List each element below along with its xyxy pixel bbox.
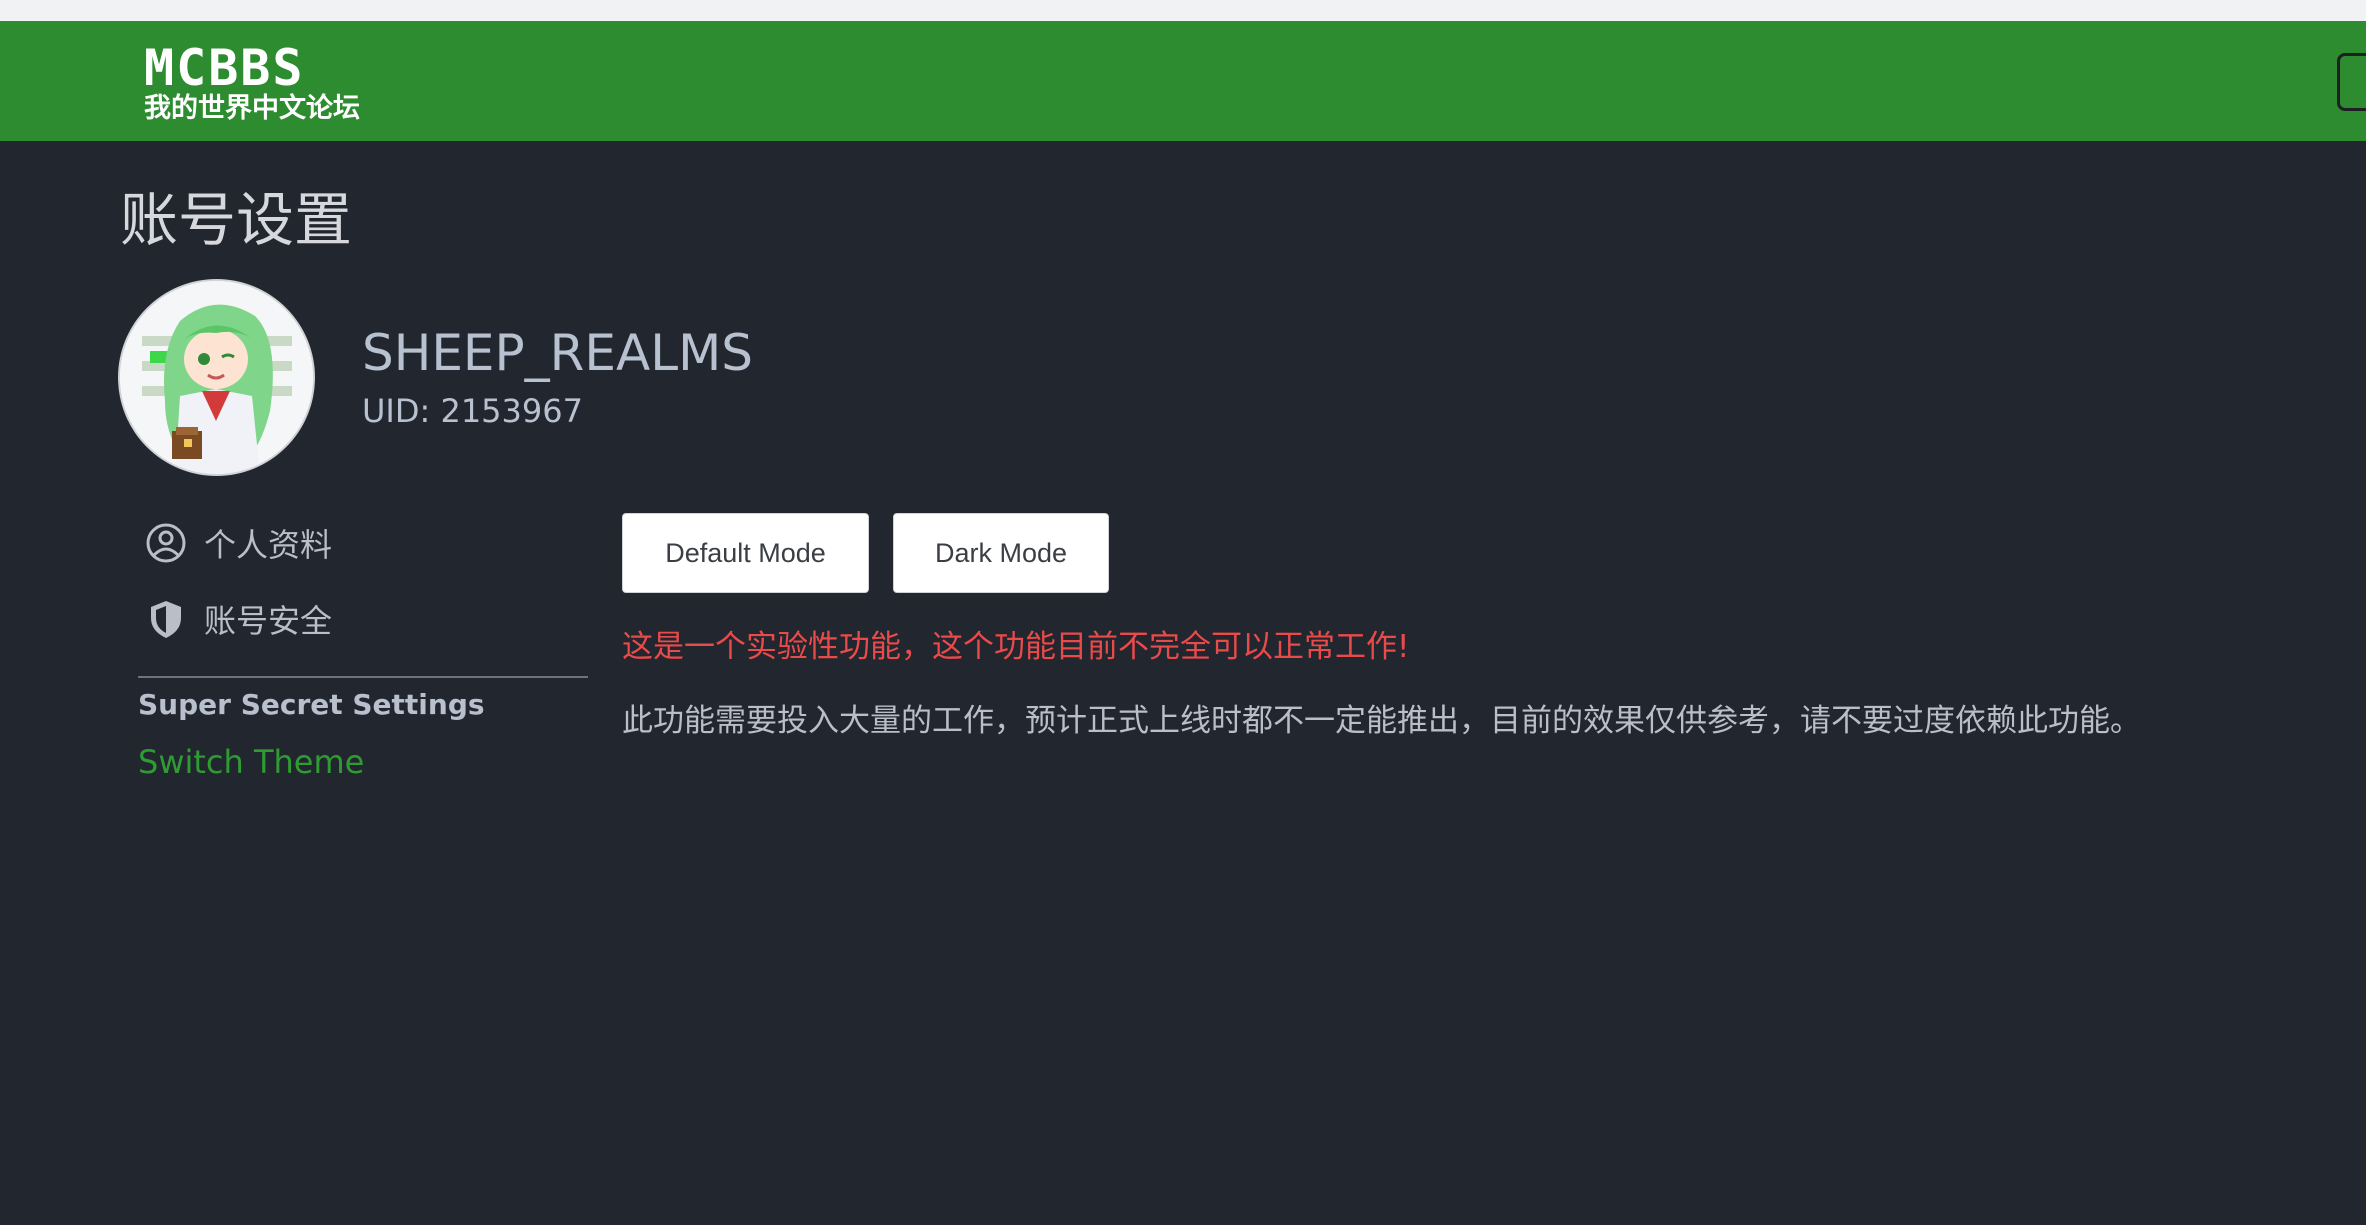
shield-icon — [142, 595, 190, 643]
avatar — [120, 281, 313, 474]
avatar-image — [120, 281, 313, 474]
dark-mode-button[interactable]: Dark Mode — [893, 513, 1109, 593]
sidebar-item-label: 个人资料 — [204, 526, 333, 564]
logo-subtitle: 我的世界中文论坛 — [144, 93, 360, 124]
user-circle-icon — [142, 519, 190, 567]
secret-settings-heading: Super Secret Settings — [138, 688, 485, 721]
sidebar-item-profile[interactable]: 个人资料 — [138, 515, 588, 571]
user-uid: UID: 2153967 — [362, 392, 583, 430]
switch-theme-link[interactable]: Switch Theme — [138, 739, 364, 785]
default-mode-button[interactable]: Default Mode — [622, 513, 869, 593]
logo-text: MCBBS — [144, 39, 305, 97]
sidebar-divider — [138, 676, 588, 678]
header-menu-button[interactable] — [2337, 53, 2366, 111]
site-logo[interactable]: MCBBS 我的世界中文论坛 — [144, 39, 384, 125]
sidebar-item-security[interactable]: 账号安全 — [138, 591, 588, 647]
experimental-warning: 这是一个实验性功能，这个功能目前不完全可以正常工作! — [622, 629, 1410, 665]
feature-notice: 此功能需要投入大量的工作，预计正式上线时都不一定能推出，目前的效果仅供参考，请不… — [622, 703, 2141, 739]
sidebar-item-label: 账号安全 — [204, 602, 333, 640]
page-title: 账号设置 — [120, 186, 353, 254]
username: SHEEP_REALMS — [362, 324, 753, 382]
site-header: MCBBS 我的世界中文论坛 — [0, 21, 2366, 141]
browser-top-strip — [0, 0, 2366, 22]
